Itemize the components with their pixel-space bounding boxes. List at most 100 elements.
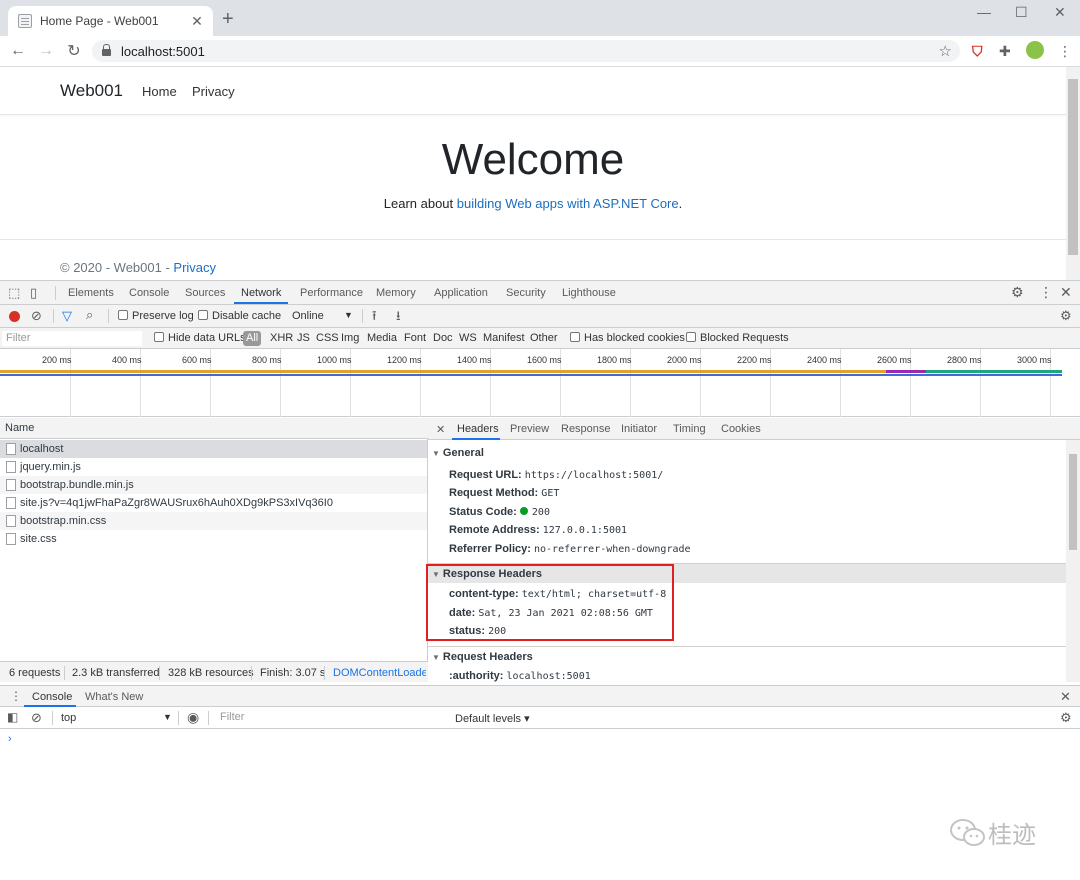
summary-domcontentloaded: DOMContentLoadec xyxy=(333,667,426,679)
filter-type-other[interactable]: Other xyxy=(530,332,558,344)
name-column-header[interactable]: Name xyxy=(0,418,428,439)
search-icon[interactable]: ⌕ xyxy=(86,307,93,323)
record-icon[interactable] xyxy=(9,311,20,322)
filter-type-all[interactable]: All xyxy=(243,331,262,346)
drawer-tab-whats-new[interactable]: What's New xyxy=(85,691,143,703)
log-levels-select[interactable]: Default levels ▾ xyxy=(455,712,530,725)
close-window-icon[interactable]: ✕ xyxy=(1054,4,1066,21)
ublock-shield-icon[interactable]: ⛉ xyxy=(972,43,983,60)
nav-home-link[interactable]: Home xyxy=(142,84,177,99)
request-row-site-css[interactable]: site.css xyxy=(0,530,427,548)
blocked-requests-checkbox[interactable]: Blocked Requests xyxy=(686,332,789,344)
close-drawer-icon[interactable]: ✕ xyxy=(1060,689,1071,705)
close-devtools-icon[interactable]: ✕ xyxy=(1060,284,1072,301)
export-har-icon[interactable]: ⭳ xyxy=(396,307,401,329)
tab-application[interactable]: Application xyxy=(434,287,488,299)
checkbox-box[interactable] xyxy=(570,332,580,342)
filter-type-img[interactable]: Img xyxy=(341,332,359,344)
tab-console[interactable]: Console xyxy=(129,287,169,299)
tab-cookies[interactable]: Cookies xyxy=(721,423,761,435)
import-har-icon[interactable]: ⭱ xyxy=(372,307,377,329)
tab-headers[interactable]: Headers xyxy=(457,423,499,435)
context-select[interactable]: top ▼ xyxy=(61,712,172,724)
checkbox-box[interactable] xyxy=(198,310,208,320)
tab-security[interactable]: Security xyxy=(506,287,546,299)
device-toolbar-icon[interactable]: ▯ xyxy=(30,285,37,301)
checkbox-box[interactable] xyxy=(154,332,164,342)
checkbox-box[interactable] xyxy=(686,332,696,342)
console-prompt[interactable]: › xyxy=(8,733,12,745)
aspnet-docs-link[interactable]: building Web apps with ASP.NET Core xyxy=(457,196,679,211)
disable-cache-checkbox[interactable]: Disable cache xyxy=(198,310,281,322)
tab-network[interactable]: Network xyxy=(241,287,281,299)
filter-type-media[interactable]: Media xyxy=(367,332,397,344)
minimize-icon[interactable]: — xyxy=(977,4,991,20)
tab-performance[interactable]: Performance xyxy=(300,287,363,299)
request-headers-section-header[interactable]: ▼ Request Headers xyxy=(428,646,1066,666)
tab-timing[interactable]: Timing xyxy=(673,423,706,435)
filter-type-font[interactable]: Font xyxy=(404,332,426,344)
close-detail-icon[interactable]: ✕ xyxy=(436,423,445,436)
more-options-icon[interactable]: ⋮ xyxy=(1039,284,1053,301)
live-expression-eye-icon[interactable]: ◉ xyxy=(187,709,199,726)
filter-type-xhr[interactable]: XHR xyxy=(270,332,293,344)
page-scrollbar-thumb[interactable] xyxy=(1068,79,1078,255)
tab-initiator[interactable]: Initiator xyxy=(621,423,657,435)
maximize-icon[interactable]: ☐ xyxy=(1015,4,1028,21)
filter-type-manifest[interactable]: Manifest xyxy=(483,332,525,344)
address-bar[interactable]: localhost:5001 ☆ xyxy=(92,40,960,62)
network-overview-timeline[interactable]: 200 ms 400 ms 600 ms 800 ms 1000 ms 1200… xyxy=(0,349,1080,417)
tab-close-icon[interactable]: ✕ xyxy=(189,13,205,30)
drawer-menu-icon[interactable]: ⋮ xyxy=(10,689,22,703)
forward-icon[interactable]: → xyxy=(32,42,60,60)
request-row-bootstrap-js[interactable]: bootstrap.bundle.min.js xyxy=(0,476,427,494)
preserve-log-checkbox[interactable]: Preserve log xyxy=(118,310,194,322)
inspect-element-icon[interactable]: ⬚ xyxy=(8,285,20,301)
request-row-site-js[interactable]: site.js?v=4q1jwFhaPaZgr8WAUSrux6hAuh0XDg… xyxy=(0,494,427,512)
tab-lighthouse[interactable]: Lighthouse xyxy=(562,287,616,299)
tab-elements[interactable]: Elements xyxy=(68,287,114,299)
nav-privacy-link[interactable]: Privacy xyxy=(192,84,235,99)
back-icon[interactable]: ← xyxy=(4,42,32,60)
clear-console-icon[interactable]: ⊘ xyxy=(31,710,42,726)
request-row-localhost[interactable]: localhost xyxy=(0,440,427,458)
drawer-tab-console[interactable]: Console xyxy=(32,691,72,703)
filter-funnel-icon[interactable]: ▽ xyxy=(62,308,72,324)
page-scrollbar[interactable] xyxy=(1066,67,1080,280)
filter-type-js[interactable]: JS xyxy=(297,332,310,344)
browser-tab[interactable]: Home Page - Web001 ✕ xyxy=(8,6,213,36)
filter-type-css[interactable]: CSS xyxy=(316,332,339,344)
filter-input[interactable]: Filter xyxy=(2,331,142,346)
detail-scrollbar-thumb[interactable] xyxy=(1069,454,1077,550)
has-blocked-cookies-checkbox[interactable]: Has blocked cookies xyxy=(570,332,685,344)
console-sidebar-icon[interactable]: ◧ xyxy=(7,710,18,724)
throttle-select[interactable]: Online ▼ xyxy=(292,310,353,322)
console-settings-icon[interactable]: ⚙ xyxy=(1060,710,1072,726)
request-row-jquery[interactable]: jquery.min.js xyxy=(0,458,427,476)
clear-icon[interactable]: ⊘ xyxy=(31,308,42,324)
profile-avatar-icon[interactable] xyxy=(1026,41,1044,59)
console-filter-input[interactable]: Filter xyxy=(216,710,446,725)
extensions-puzzle-icon[interactable]: ✚ xyxy=(999,43,1011,60)
bookmark-star-icon[interactable]: ☆ xyxy=(939,42,952,60)
network-settings-icon[interactable]: ⚙ xyxy=(1060,308,1072,324)
tab-preview[interactable]: Preview xyxy=(510,423,549,435)
general-section-header[interactable]: ▼ General xyxy=(428,443,1066,463)
checkbox-box[interactable] xyxy=(118,310,128,320)
site-brand[interactable]: Web001 xyxy=(60,81,123,101)
filter-type-ws[interactable]: WS xyxy=(459,332,477,344)
tab-sources[interactable]: Sources xyxy=(185,287,225,299)
tab-memory[interactable]: Memory xyxy=(376,287,416,299)
separator xyxy=(208,711,209,725)
tab-response[interactable]: Response xyxy=(561,423,611,435)
hide-data-urls-checkbox[interactable]: Hide data URLs xyxy=(154,332,246,344)
summary-resources: 328 kB resources xyxy=(168,667,254,679)
menu-kebab-icon[interactable]: ⋮ xyxy=(1058,43,1072,60)
footer-privacy-link[interactable]: Privacy xyxy=(173,260,216,275)
reload-icon[interactable]: ↻ xyxy=(60,41,88,61)
request-row-bootstrap-css[interactable]: bootstrap.min.css xyxy=(0,512,427,530)
filter-type-doc[interactable]: Doc xyxy=(433,332,453,344)
settings-gear-icon[interactable]: ⚙ xyxy=(1011,284,1024,301)
detail-scrollbar[interactable] xyxy=(1066,440,1080,682)
new-tab-button[interactable]: + xyxy=(222,9,234,29)
